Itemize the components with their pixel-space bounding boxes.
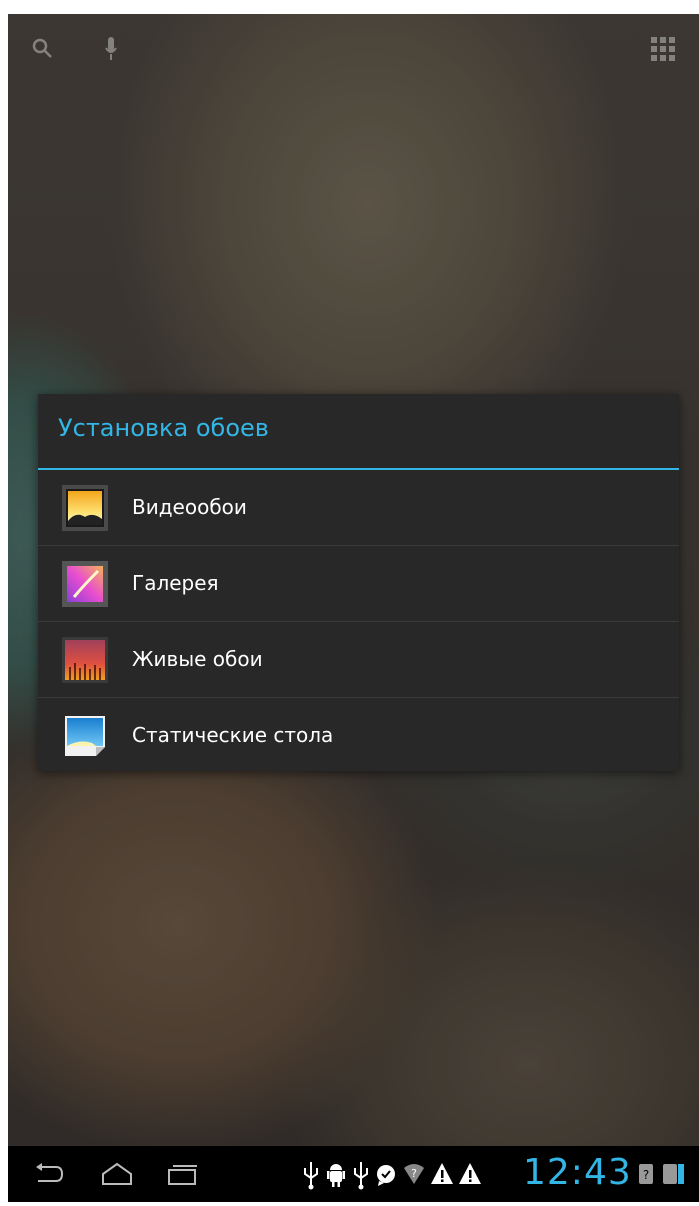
- video-wallpaper-icon: [62, 485, 108, 531]
- option-label: Видеообои: [132, 495, 247, 519]
- set-wallpaper-dialog: Установка обоев Видеообои Галерея Живые …: [38, 394, 679, 771]
- android-debug-icon: [326, 1146, 346, 1202]
- home-button[interactable]: [100, 1160, 134, 1192]
- status-clock: 12:43: [523, 1152, 632, 1193]
- chat-notification-icon: [374, 1146, 398, 1202]
- search-icon[interactable]: [30, 36, 54, 64]
- system-navigation-bar: ? 12:43 ?: [8, 1146, 699, 1202]
- svg-text:?: ?: [643, 1168, 649, 1182]
- no-signal-icon: ?: [636, 1146, 656, 1202]
- live-wallpaper-icon: [62, 637, 108, 683]
- voice-search-icon[interactable]: [104, 36, 118, 66]
- option-live-wallpaper[interactable]: Живые обои: [38, 622, 679, 697]
- option-video-wallpaper[interactable]: Видеообои: [38, 470, 679, 545]
- dialog-title: Установка обоев: [58, 414, 269, 442]
- back-button[interactable]: [34, 1160, 64, 1192]
- usb-icon: [302, 1146, 320, 1202]
- static-wallpaper-icon: [62, 713, 108, 759]
- option-gallery[interactable]: Галерея: [38, 546, 679, 621]
- svg-text:?: ?: [411, 1167, 417, 1180]
- warning-icon: [430, 1146, 454, 1202]
- option-label: Статические стола: [132, 723, 334, 747]
- launcher-top-bar: [8, 14, 699, 84]
- warning-icon: [458, 1146, 482, 1202]
- recent-apps-button[interactable]: [166, 1160, 200, 1192]
- gallery-icon: [62, 561, 108, 607]
- wifi-question-icon: ?: [402, 1146, 426, 1202]
- battery-icon: [660, 1146, 684, 1202]
- option-label: Живые обои: [132, 647, 263, 671]
- option-static-wallpaper[interactable]: Статические стола: [38, 698, 679, 773]
- usb-icon: [352, 1146, 370, 1202]
- option-label: Галерея: [132, 571, 219, 595]
- app-drawer-icon[interactable]: [650, 36, 676, 66]
